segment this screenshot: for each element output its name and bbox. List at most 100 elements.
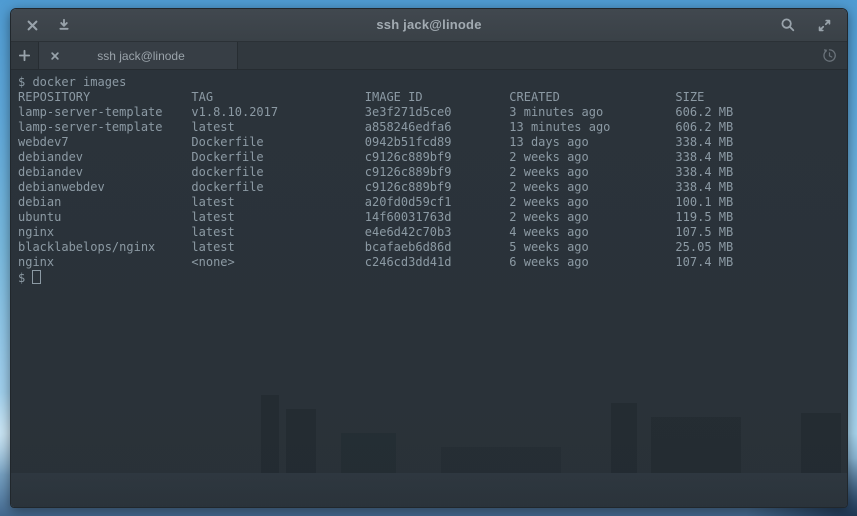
table-row: nginxlateste4e6d42c70b34 weeks ago107.5 … [18,225,847,240]
tabbar: ssh jack@linode [11,42,847,70]
table-cell: latest [191,210,364,225]
table-cell: 338.4 MB [675,180,847,195]
table-cell: c9126c889bf9 [365,180,509,195]
download-icon [57,18,71,32]
table-cell: latest [191,195,364,210]
history-icon [822,48,837,63]
titlebar[interactable]: ssh jack@linode [11,9,847,42]
table-cell: 338.4 MB [675,150,847,165]
table-cell: 107.5 MB [675,225,847,240]
table-cell: Dockerfile [191,135,364,150]
titlebar-left-controls [11,9,79,41]
table-cell: lamp-server-template [18,105,191,120]
table-cell: debiandev [18,165,191,180]
window-title: ssh jack@linode [376,9,481,41]
terminal-screen[interactable]: $ docker images REPOSITORYTAGIMAGE IDCRE… [11,70,847,507]
table-row: webdev7Dockerfile0942b51fcd8913 days ago… [18,135,847,150]
docker-images-table: REPOSITORYTAGIMAGE IDCREATEDSIZElamp-ser… [18,90,847,270]
table-cell: CREATED [509,90,675,105]
titlebar-right-controls [773,9,847,41]
terminal-window: ssh jack@linode [10,8,848,508]
table-cell: debian [18,195,191,210]
table-cell: 107.4 MB [675,255,847,270]
table-cell: 338.4 MB [675,135,847,150]
table-cell: 14f60031763d [365,210,509,225]
table-cell: nginx [18,225,191,240]
table-cell: 119.5 MB [675,210,847,225]
table-cell: REPOSITORY [18,90,191,105]
table-cell: 2 weeks ago [509,195,675,210]
table-cell: dockerfile [191,180,364,195]
search-icon [780,17,796,33]
restore-closed-tabs-button[interactable] [811,42,847,69]
table-cell: latest [191,225,364,240]
table-cell: dockerfile [191,165,364,180]
table-cell: 5 weeks ago [509,240,675,255]
tab-close-button[interactable] [45,46,65,66]
table-cell: 606.2 MB [675,105,847,120]
table-cell: latest [191,240,364,255]
wallpaper-skyline-silhouette [11,377,847,507]
terminal-cursor [32,270,41,284]
table-row: debianlatesta20fd0d59cf12 weeks ago100.1… [18,195,847,210]
table-cell: a20fd0d59cf1 [365,195,509,210]
table-cell: c246cd3dd41d [365,255,509,270]
table-cell: nginx [18,255,191,270]
table-cell: 2 weeks ago [509,150,675,165]
table-cell: v1.8.10.2017 [191,105,364,120]
table-row: debianwebdevdockerfilec9126c889bf92 week… [18,180,847,195]
table-cell: a858246edfa6 [365,120,509,135]
table-cell: 25.05 MB [675,240,847,255]
prompt-line: $ [18,270,847,286]
table-row: blacklabelops/nginxlatestbcafaeb6d86d5 w… [18,240,847,255]
expand-icon [817,18,832,33]
table-cell: SIZE [675,90,847,105]
table-cell: 2 weeks ago [509,180,675,195]
table-cell: webdev7 [18,135,191,150]
table-row: lamp-server-templatelatesta858246edfa613… [18,120,847,135]
table-cell: 4 weeks ago [509,225,675,240]
close-icon [26,19,39,32]
table-header: REPOSITORYTAGIMAGE IDCREATEDSIZE [18,90,847,105]
table-cell: TAG [191,90,364,105]
table-cell: 13 days ago [509,135,675,150]
fullscreen-button[interactable] [809,9,839,41]
table-cell: debianwebdev [18,180,191,195]
table-cell: 2 weeks ago [509,165,675,180]
table-cell: 3 minutes ago [509,105,675,120]
terminal-output: $ docker images REPOSITORYTAGIMAGE IDCRE… [18,75,847,286]
table-cell: latest [191,120,364,135]
table-cell: blacklabelops/nginx [18,240,191,255]
table-cell: c9126c889bf9 [365,150,509,165]
tab-ssh-jack-linode[interactable]: ssh jack@linode [39,42,238,69]
close-window-button[interactable] [17,9,47,41]
table-cell: 6 weeks ago [509,255,675,270]
table-cell: 13 minutes ago [509,120,675,135]
search-button[interactable] [773,9,803,41]
table-cell: IMAGE ID [365,90,509,105]
table-cell: Dockerfile [191,150,364,165]
command-line: $ docker images [18,75,847,90]
new-tab-button[interactable] [11,42,39,69]
table-cell: <none> [191,255,364,270]
table-cell: 100.1 MB [675,195,847,210]
table-cell: ubuntu [18,210,191,225]
table-cell: c9126c889bf9 [365,165,509,180]
table-cell: debiandev [18,150,191,165]
plus-icon [18,49,31,62]
table-row: debiandevdockerfilec9126c889bf92 weeks a… [18,165,847,180]
download-button[interactable] [49,9,79,41]
table-cell: 0942b51fcd89 [365,135,509,150]
table-cell: 338.4 MB [675,165,847,180]
close-icon [50,51,60,61]
table-cell: bcafaeb6d86d [365,240,509,255]
table-row: lamp-server-templatev1.8.10.20173e3f271d… [18,105,847,120]
tab-label: ssh jack@linode [65,49,231,63]
table-cell: 3e3f271d5ce0 [365,105,509,120]
table-cell: 2 weeks ago [509,210,675,225]
table-cell: e4e6d42c70b3 [365,225,509,240]
table-row: debiandevDockerfilec9126c889bf92 weeks a… [18,150,847,165]
prompt-symbol: $ [18,271,25,285]
table-row: ubuntulatest14f60031763d2 weeks ago119.5… [18,210,847,225]
table-row: nginx<none>c246cd3dd41d6 weeks ago107.4 … [18,255,847,270]
